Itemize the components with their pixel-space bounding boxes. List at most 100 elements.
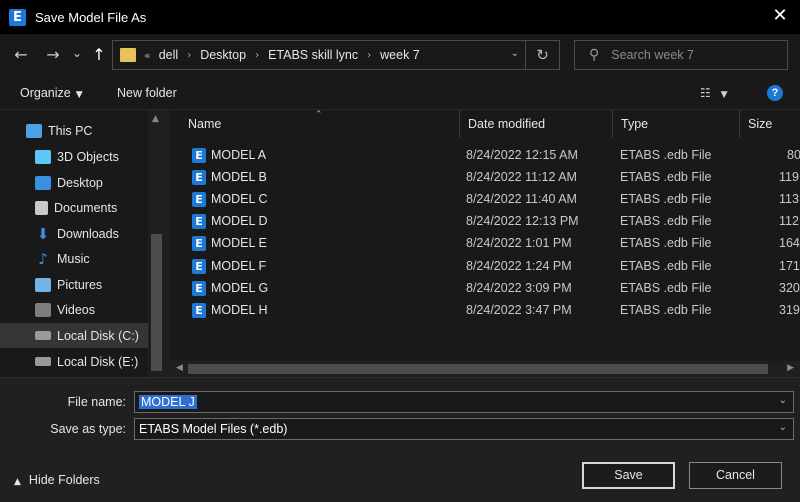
file-name: MODEL F bbox=[211, 259, 267, 273]
table-row[interactable]: E MODEL C 8/24/2022 11:40 AM ETABS .edb … bbox=[170, 188, 800, 210]
file-date: 8/24/2022 12:13 PM bbox=[466, 214, 579, 228]
column-header-name[interactable]: Name bbox=[180, 110, 460, 138]
file-date: 8/24/2022 12:15 AM bbox=[466, 148, 578, 162]
file-name: MODEL G bbox=[211, 281, 269, 295]
column-header-date-modified[interactable]: Date modified bbox=[460, 110, 613, 138]
file-date: 8/24/2022 3:47 PM bbox=[466, 303, 572, 317]
chevron-down-icon: ▼ bbox=[75, 90, 83, 100]
breadcrumb-week-7[interactable]: week 7 bbox=[380, 48, 420, 62]
table-row[interactable]: E MODEL E 8/24/2022 1:01 PM ETABS .edb F… bbox=[170, 232, 800, 254]
etabs-file-icon: E bbox=[192, 236, 206, 251]
sidebar-item-downloads[interactable]: ⬇ Downloads bbox=[0, 221, 148, 246]
pictures-icon bbox=[35, 277, 51, 292]
sidebar-item-3d-objects[interactable]: 3D Objects bbox=[0, 144, 148, 169]
back-arrow-icon[interactable]: ← bbox=[10, 44, 32, 66]
table-row[interactable]: E MODEL G 8/24/2022 3:09 PM ETABS .edb F… bbox=[170, 277, 800, 299]
etabs-file-icon: E bbox=[192, 281, 206, 296]
computer-icon bbox=[26, 123, 42, 138]
chevron-down-icon[interactable]: ⌄ bbox=[779, 422, 787, 433]
table-row[interactable]: E MODEL B 8/24/2022 11:12 AM ETABS .edb … bbox=[170, 166, 800, 188]
scrollbar-thumb[interactable] bbox=[151, 234, 162, 371]
scroll-right-icon[interactable]: ▶ bbox=[787, 363, 794, 373]
sidebar-item-label: Music bbox=[57, 251, 90, 266]
etabs-file-icon: E bbox=[192, 259, 206, 274]
file-name-value[interactable]: MODEL J bbox=[139, 395, 197, 409]
recent-locations-chevron-icon[interactable]: ⌄ bbox=[66, 42, 88, 64]
table-row[interactable]: E MODEL F 8/24/2022 1:24 PM ETABS .edb F… bbox=[170, 255, 800, 277]
refresh-icon[interactable]: ↻ bbox=[525, 41, 559, 69]
file-size: 171 bbox=[779, 259, 800, 273]
column-header-size[interactable]: Size bbox=[740, 110, 800, 138]
help-icon[interactable]: ? bbox=[767, 85, 783, 101]
breadcrumb-desktop[interactable]: Desktop bbox=[200, 48, 246, 62]
address-dropdown-chevron-icon[interactable]: ⌄ bbox=[511, 48, 519, 59]
file-date: 8/24/2022 11:40 AM bbox=[466, 192, 577, 206]
breadcrumb-separator-icon[interactable]: › bbox=[367, 50, 371, 61]
sidebar-item-desktop[interactable]: Desktop bbox=[0, 170, 148, 195]
file-name: MODEL D bbox=[211, 214, 268, 228]
videos-icon bbox=[35, 302, 51, 317]
scrollbar-thumb[interactable] bbox=[188, 364, 768, 374]
breadcrumb-etabs-skill-lync[interactable]: ETABS skill lync bbox=[268, 48, 358, 62]
command-toolbar: Organize ▼ New folder ☷ ▼ ? bbox=[0, 76, 800, 110]
chevron-down-icon[interactable]: ⌄ bbox=[779, 395, 787, 406]
sidebar-item-label: Documents bbox=[54, 200, 118, 215]
sidebar-item-label: Downloads bbox=[57, 226, 119, 241]
breadcrumb-dell[interactable]: dell bbox=[159, 48, 178, 62]
navigation-pane: This PC 3D Objects Desktop Documents ⬇ D… bbox=[0, 110, 166, 377]
hide-folders-label: Hide Folders bbox=[28, 473, 100, 487]
file-list-horizontal-scrollbar[interactable]: ◀ ▶ bbox=[170, 361, 800, 377]
file-type: ETABS .edb File bbox=[620, 281, 712, 295]
file-size: 80 bbox=[787, 148, 800, 162]
file-name-label: File name: bbox=[67, 395, 126, 409]
table-row[interactable]: E MODEL D 8/24/2022 12:13 PM ETABS .edb … bbox=[170, 210, 800, 232]
file-name: MODEL A bbox=[211, 148, 267, 162]
table-row[interactable]: E MODEL A 8/24/2022 12:15 AM ETABS .edb … bbox=[170, 144, 800, 166]
change-view-icon[interactable]: ☷ ▼ bbox=[700, 86, 728, 100]
scroll-left-icon[interactable]: ◀ bbox=[176, 363, 183, 373]
breadcrumb: « dell › Desktop › ETABS skill lync › we… bbox=[144, 48, 420, 62]
etabs-file-icon: E bbox=[192, 192, 206, 207]
navigation-pane-scrollbar[interactable]: ▲ bbox=[148, 110, 166, 377]
breadcrumb-separator-icon[interactable]: › bbox=[255, 50, 259, 61]
hide-folders-button[interactable]: ▲ Hide Folders bbox=[14, 473, 100, 487]
table-row[interactable]: E MODEL H 8/24/2022 3:47 PM ETABS .edb F… bbox=[170, 299, 800, 321]
sidebar-item-videos[interactable]: Videos bbox=[0, 297, 148, 322]
sidebar-item-label: Videos bbox=[57, 302, 95, 317]
navigation-bar: ← → ⌄ ↑ « dell › Desktop › ETABS skill l… bbox=[0, 34, 800, 76]
up-arrow-icon[interactable]: ↑ bbox=[88, 44, 110, 66]
forward-arrow-icon[interactable]: → bbox=[42, 44, 64, 66]
sidebar-item-local-disk-c[interactable]: Local Disk (C:) bbox=[0, 323, 148, 348]
sidebar-item-label: Desktop bbox=[57, 175, 103, 190]
file-list: ⌃ Name Date modified Type Size E MODEL A… bbox=[170, 110, 800, 361]
sidebar-item-documents[interactable]: Documents bbox=[0, 195, 148, 220]
title-bar: E Save Model File As ✕ bbox=[0, 0, 800, 34]
search-input[interactable]: ⚲ Search week 7 bbox=[574, 40, 788, 70]
breadcrumb-overflow-icon[interactable]: « bbox=[144, 49, 151, 62]
address-bar[interactable]: « dell › Desktop › ETABS skill lync › we… bbox=[112, 40, 560, 70]
scroll-up-icon[interactable]: ▲ bbox=[152, 114, 159, 124]
etabs-app-icon: E bbox=[9, 8, 26, 26]
window-title: Save Model File As bbox=[35, 9, 147, 25]
organize-button[interactable]: Organize ▼ bbox=[20, 86, 83, 100]
breadcrumb-separator-icon[interactable]: › bbox=[187, 50, 191, 61]
sidebar-item-pictures[interactable]: Pictures bbox=[0, 272, 148, 297]
new-folder-button[interactable]: New folder bbox=[117, 86, 177, 100]
sidebar-item-this-pc[interactable]: This PC bbox=[0, 118, 148, 143]
sidebar-item-music[interactable]: ♪ Music bbox=[0, 246, 148, 271]
etabs-file-icon: E bbox=[192, 214, 206, 229]
cube-icon bbox=[35, 149, 51, 164]
save-as-type-select[interactable]: ETABS Model Files (*.edb) ⌄ bbox=[134, 418, 794, 440]
drive-icon bbox=[35, 331, 51, 340]
sidebar-item-local-disk-e[interactable]: Local Disk (E:) bbox=[0, 349, 148, 374]
column-header-type[interactable]: Type bbox=[613, 110, 740, 138]
save-as-type-value: ETABS Model Files (*.edb) bbox=[139, 422, 288, 436]
desktop-icon bbox=[35, 175, 51, 190]
close-icon[interactable]: ✕ bbox=[770, 6, 790, 26]
file-name: MODEL H bbox=[211, 303, 268, 317]
save-button[interactable]: Save bbox=[582, 462, 675, 489]
file-name-field[interactable]: MODEL J ⌄ bbox=[134, 391, 794, 413]
cancel-button[interactable]: Cancel bbox=[689, 462, 782, 489]
file-size: 112 bbox=[779, 214, 799, 228]
etabs-file-icon: E bbox=[192, 170, 206, 185]
